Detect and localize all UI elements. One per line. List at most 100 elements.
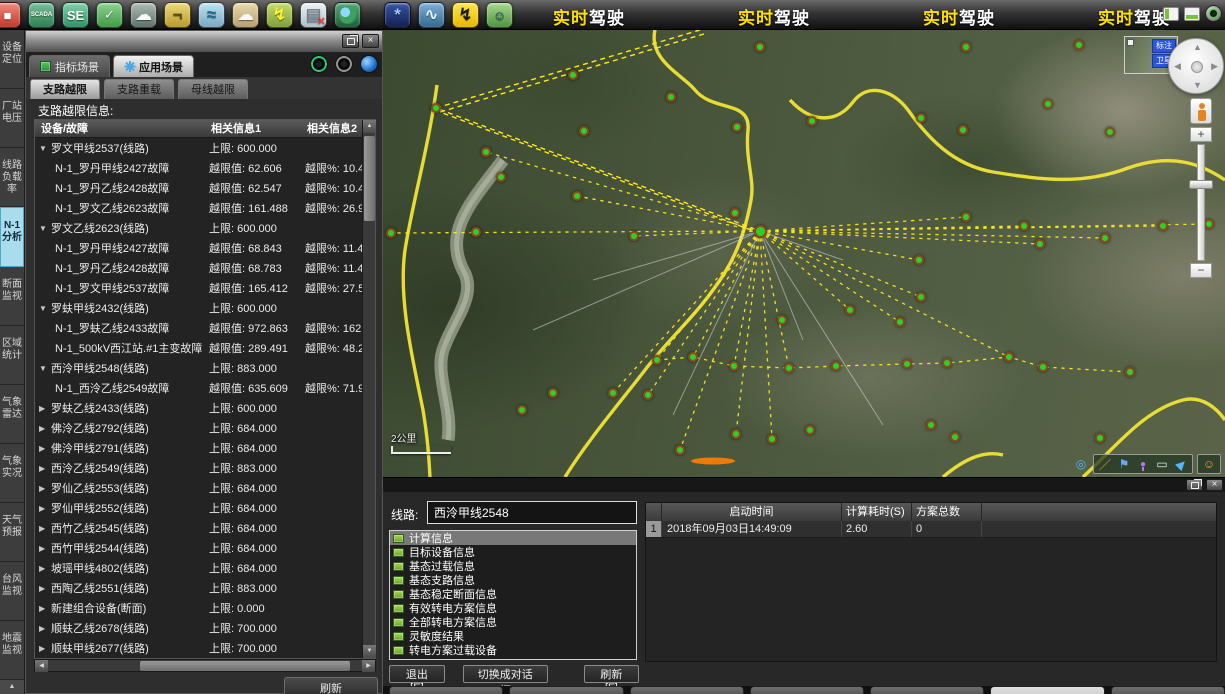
subtab-3[interactable]: 母线越限 [178,79,248,99]
substation-marker[interactable] [1043,99,1053,109]
layer-checkbox[interactable] [1127,39,1134,46]
substation-marker[interactable] [784,363,794,373]
substation-marker[interactable] [608,388,618,398]
substation-marker[interactable] [1038,362,1048,372]
substation-marker[interactable] [916,113,926,123]
pan-right-icon[interactable]: ▶ [1211,61,1218,72]
realtime-driving-label[interactable]: 实时驾驶 [553,4,643,29]
tree-collapsed-icon[interactable]: ▶ [35,564,51,573]
substation-marker[interactable] [950,432,960,442]
result-row[interactable]: 12018年09月03日14:49:092.600 [646,521,1216,538]
bottom-tab[interactable] [509,686,623,694]
substation-marker[interactable] [914,255,924,265]
hscroll-thumb[interactable] [140,661,350,671]
zoom-out-button[interactable]: − [1190,263,1212,278]
tree-collapsed-icon[interactable]: ▶ [35,504,51,513]
grid-row[interactable]: ▼罗蚨甲线2432(线路)上限: 600.000 [35,298,362,318]
grid-row[interactable]: ▼西泠甲线2548(线路)上限: 883.000 [35,358,362,378]
scada-icon[interactable]: SCADA [28,2,55,28]
grid-row[interactable]: ▶罗仙甲线2552(线路)上限: 684.000 [35,498,362,518]
substation-marker[interactable] [895,317,905,327]
person-icon[interactable]: ☺ [1201,456,1217,472]
tree-collapsed-icon[interactable]: ▶ [35,404,51,413]
info-list-item[interactable]: 转电方案过载设备 [390,643,636,657]
sidebar-item-device-locate[interactable]: 设备 定位 [0,30,24,89]
substation-marker[interactable] [1204,219,1214,229]
substation-marker[interactable] [1100,233,1110,243]
info-list-item[interactable]: 计算信息 [390,531,636,545]
substation-marker[interactable] [916,292,926,302]
grid-row[interactable]: ▶佛泠甲线2791(线路)上限: 684.000 [35,438,362,458]
bottom-tab[interactable] [990,686,1104,694]
realtime-driving-label[interactable]: 实时驾驶 [738,4,828,29]
tab-indicator-scene[interactable]: 指标场景 [29,55,110,77]
substation-marker[interactable] [643,390,653,400]
pan-down-icon[interactable]: ▼ [1193,80,1202,90]
bottom-tab[interactable] [630,686,744,694]
globe-icon[interactable] [334,2,361,28]
map-pan-compass[interactable]: ▲ ▼ ◀ ▶ [1168,38,1224,94]
sidebar-item-weather-forecast[interactable]: 天气 预报 [0,503,24,562]
substation-marker[interactable] [1105,127,1115,137]
map-canvas[interactable]: 标注卫星 ▲ ▼ ◀ ▶ + − 2公里 ◎ ／⚑●▭▶ ☺ [383,30,1225,477]
target-icon[interactable]: ◎ [1073,456,1089,472]
zoom-slider-handle[interactable] [1189,180,1213,189]
vertical-scrollbar[interactable]: ▲ ▼ [362,120,375,658]
scroll-left-icon[interactable]: ◀ [35,660,48,672]
info-list-item[interactable]: 基态稳定断面信息 [390,587,636,601]
substation-marker[interactable] [961,212,971,222]
horizontal-scrollbar[interactable]: ◀ ▶ [34,659,376,672]
edit-icon[interactable]: ✓ [96,2,123,28]
substation-marker[interactable] [777,315,787,325]
stop-icon[interactable]: ■ [0,2,21,28]
substation-marker[interactable] [579,126,589,136]
scroll-down-icon[interactable]: ▼ [363,645,376,658]
lightning-green-icon[interactable]: ↯ [266,2,293,28]
grid-row[interactable]: ▶罗仙乙线2553(线路)上限: 684.000 [35,478,362,498]
substation-marker[interactable] [496,172,506,182]
substation-marker[interactable] [729,361,739,371]
panel-close-button[interactable]: × [362,34,379,48]
substation-marker[interactable] [1004,352,1014,362]
substation-marker[interactable] [767,434,777,444]
substation-marker[interactable] [805,425,815,435]
target-gray-icon[interactable] [335,55,353,73]
substation-marker[interactable] [481,147,491,157]
rain-cloud-icon[interactable]: ☁ [130,2,157,28]
bottom-close-button[interactable]: × [1206,479,1223,491]
sidebar-item-weather-radar[interactable]: 气象 雷达 [0,385,24,444]
cloud-icon[interactable]: ☁ [232,2,259,28]
tree-collapsed-icon[interactable]: ▶ [35,644,51,653]
substation-marker[interactable] [1074,40,1084,50]
grid-row[interactable]: ▶顺蚨乙线2678(线路)上限: 700.000 [35,618,362,638]
target-green-icon[interactable] [310,55,328,73]
bottom-tab[interactable] [1111,686,1225,694]
substation-marker[interactable] [386,228,396,238]
chart-icon[interactable]: ∿ [418,2,445,28]
grid-row[interactable]: N-1_罗丹甲线2427故障越限值: 62.606越限%: 10.4 [35,158,362,178]
substation-marker[interactable] [629,231,639,241]
grid-row[interactable]: N-1_罗文甲线2537故障越限值: 165.412越限%: 27.5 [35,278,362,298]
tree-collapsed-icon[interactable]: ▶ [35,624,51,633]
substation-marker[interactable] [675,445,685,455]
result-col-header[interactable]: 方案总数 [912,503,982,521]
subtab-2[interactable]: 支路重载 [104,79,174,99]
network-icon[interactable]: * [384,2,411,28]
grid-row[interactable]: N-1_500kV西江站.#1主变故障越限值: 289.491越限%: 48.2 [35,338,362,358]
scroll-up-icon[interactable]: ▲ [363,120,376,133]
flag-icon[interactable]: ⚑ [1116,456,1132,472]
info-list-item[interactable]: 灵敏度结果 [390,629,636,643]
substation-marker[interactable] [755,42,765,52]
substation-marker[interactable] [845,305,855,315]
tree-expanded-icon[interactable]: ▼ [35,304,51,313]
grid-row[interactable]: ▶新建组合设备(断面)上限: 0.000 [35,598,362,618]
substation-marker[interactable] [666,92,676,102]
substation-marker[interactable] [958,125,968,135]
substation-marker[interactable] [652,355,662,365]
grid-row[interactable]: ▶罗蚨乙线2433(线路)上限: 600.000 [35,398,362,418]
eye-icon[interactable] [1205,5,1222,22]
substation-marker[interactable] [548,388,558,398]
tree-collapsed-icon[interactable]: ▶ [35,524,51,533]
zoom-in-button[interactable]: + [1190,127,1212,142]
tree-collapsed-icon[interactable]: ▶ [35,544,51,553]
